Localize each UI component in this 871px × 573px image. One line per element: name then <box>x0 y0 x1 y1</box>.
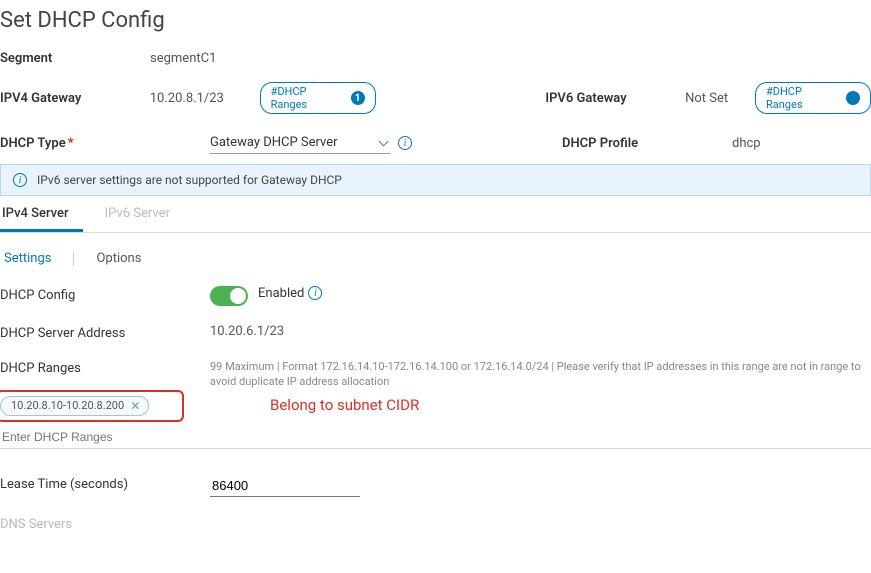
tab-ipv6-server: IPv6 Server <box>103 196 184 232</box>
ipv6-chip-label: #DHCP Ranges <box>766 85 841 111</box>
dhcp-range-chip[interactable]: 10.20.8.10-10.20.8.200 ✕ <box>0 396 149 416</box>
dhcp-range-chip-text: 10.20.8.10-10.20.8.200 <box>11 399 124 412</box>
subtab-settings[interactable]: Settings <box>0 249 55 268</box>
info-icon[interactable]: i <box>308 286 322 300</box>
divider <box>73 252 74 266</box>
dns-servers-label: DNS Servers <box>0 515 210 532</box>
ipv4-gateway-label: IPV4 Gateway <box>0 91 150 106</box>
lease-time-input[interactable] <box>210 475 360 497</box>
subtab-options[interactable]: Options <box>92 249 145 268</box>
ipv6-warning-alert: i IPv6 server settings are not supported… <box>0 164 871 196</box>
ipv4-dhcp-ranges-chip[interactable]: #DHCP Ranges 1 <box>260 82 376 114</box>
info-icon: i <box>13 173 27 187</box>
ipv6-gateway-value: Not Set <box>685 91 755 106</box>
ipv4-gateway-value: 10.20.8.1/23 <box>150 91 260 106</box>
dhcp-ranges-input[interactable] <box>0 424 871 449</box>
alert-text: IPv6 server settings are not supported f… <box>37 173 342 187</box>
dhcp-ranges-label: DHCP Ranges <box>0 359 210 376</box>
dhcp-type-value: Gateway DHCP Server <box>210 135 338 150</box>
dhcp-server-address-label: DHCP Server Address <box>0 324 210 341</box>
dhcp-config-state: Enabled <box>258 286 304 301</box>
chevron-down-icon <box>380 138 390 148</box>
required-mark: * <box>68 136 74 151</box>
ipv4-chip-label: #DHCP Ranges <box>271 85 346 111</box>
segment-label: Segment <box>0 51 150 66</box>
dhcp-profile-value: dhcp <box>732 136 761 151</box>
ipv6-dhcp-ranges-chip[interactable]: #DHCP Ranges <box>755 82 871 114</box>
lease-time-label: Lease Time (seconds) <box>0 475 210 492</box>
dhcp-config-label: DHCP Config <box>0 286 210 303</box>
annotation-text: Belong to subnet CIDR <box>270 396 419 414</box>
remove-range-icon[interactable]: ✕ <box>128 399 142 413</box>
ipv6-gateway-label: IPV6 Gateway <box>545 91 685 106</box>
dhcp-config-toggle[interactable] <box>210 286 248 306</box>
dhcp-profile-label: DHCP Profile <box>562 136 732 151</box>
ipv4-chip-count: 1 <box>351 91 365 105</box>
dhcp-server-address-value: 10.20.6.1/23 <box>210 324 284 339</box>
page-title: Set DHCP Config <box>0 8 871 33</box>
dhcp-type-select[interactable]: Gateway DHCP Server <box>210 132 390 154</box>
tab-ipv4-server[interactable]: IPv4 Server <box>0 196 83 232</box>
segment-value: segmentC1 <box>150 51 216 66</box>
info-icon[interactable]: i <box>398 136 412 150</box>
dhcp-type-label: DHCP Type* <box>0 136 210 151</box>
dhcp-ranges-hint: 99 Maximum | Format 172.16.14.10-172.16.… <box>210 359 871 390</box>
ipv6-chip-count <box>846 91 860 105</box>
